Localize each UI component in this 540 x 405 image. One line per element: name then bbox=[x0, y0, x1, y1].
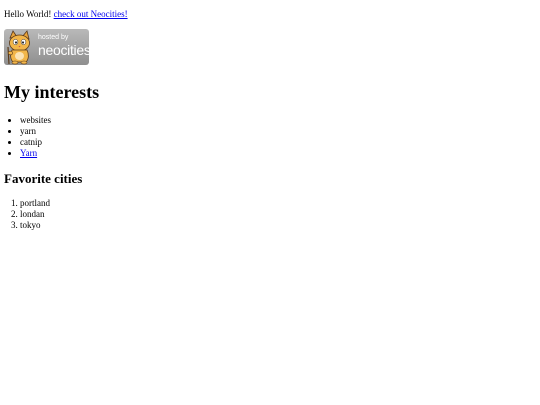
intro-text: Hello World! bbox=[4, 9, 52, 19]
list-item-label: yarn bbox=[20, 126, 36, 136]
list-item: tokyo bbox=[20, 220, 534, 231]
list-item: Yarn bbox=[20, 148, 534, 159]
list-item-label: websites bbox=[20, 115, 51, 125]
cities-heading: Favorite cities bbox=[4, 171, 83, 186]
list-item: catnip bbox=[20, 137, 534, 148]
page-content: Hello World! check out Neocities! hosted… bbox=[4, 9, 534, 231]
interests-list: websites yarn catnip Yarn bbox=[4, 115, 534, 159]
yarn-link[interactable]: Yarn bbox=[20, 148, 37, 158]
list-item-label: catnip bbox=[20, 137, 42, 147]
interests-heading: My interests bbox=[4, 82, 100, 102]
cat-mascot-icon bbox=[7, 30, 30, 65]
neocities-link[interactable]: check out Neocities! bbox=[54, 9, 128, 19]
list-item: londan bbox=[20, 209, 534, 220]
hosted-by-neocities-badge[interactable]: hosted by neocities bbox=[4, 29, 89, 65]
intro-line: Hello World! check out Neocities! bbox=[4, 9, 534, 20]
list-item: portland bbox=[20, 198, 534, 209]
badge-brand-text: neocities bbox=[38, 42, 89, 58]
list-item: websites bbox=[20, 115, 534, 126]
list-item: yarn bbox=[20, 126, 534, 137]
cities-list: portland londan tokyo bbox=[4, 198, 534, 231]
badge-hosted-by-text: hosted by bbox=[38, 34, 69, 41]
